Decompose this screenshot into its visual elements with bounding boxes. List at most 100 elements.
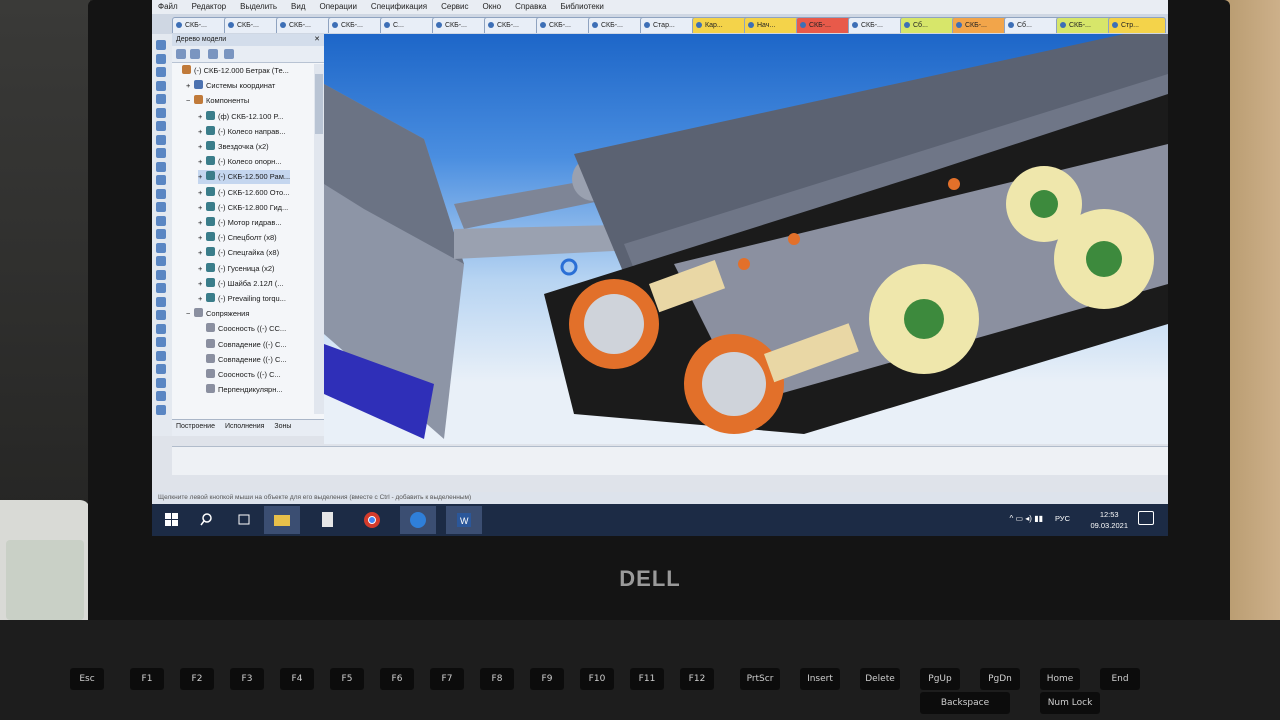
keyboard-key[interactable]: PgUp	[920, 668, 960, 690]
keyboard-key[interactable]: Delete	[860, 668, 900, 690]
explorer-button[interactable]	[264, 506, 300, 534]
expand-toggle[interactable]: +	[198, 186, 206, 200]
tree-item[interactable]: + (-) Спецболт (x8)	[198, 231, 277, 245]
tool-icon[interactable]	[156, 148, 166, 158]
tool-icon[interactable]	[156, 377, 166, 388]
keyboard-key[interactable]: F11	[630, 668, 664, 690]
keyboard-key[interactable]: F10	[580, 668, 614, 690]
doc-tab[interactable]: С...	[380, 17, 438, 33]
filter-icon[interactable]	[176, 49, 186, 59]
keyboard-key[interactable]: F2	[180, 668, 214, 690]
expand-toggle[interactable]: +	[198, 246, 206, 260]
tool-icon[interactable]	[156, 310, 166, 320]
tool-icon[interactable]	[156, 229, 166, 239]
list-icon[interactable]	[190, 49, 200, 59]
tool-icon[interactable]	[156, 80, 166, 91]
tool-icon[interactable]	[156, 134, 166, 145]
tool-icon[interactable]	[156, 161, 166, 172]
tool-icon[interactable]	[156, 242, 166, 253]
keyboard-key[interactable]: F5	[330, 668, 364, 690]
tree-item[interactable]: Соосность ((-) СС...	[198, 322, 286, 336]
doc-tab[interactable]: СКБ-...	[172, 17, 230, 33]
tool-icon[interactable]	[156, 404, 166, 415]
expand-toggle[interactable]: −	[186, 307, 194, 321]
doc-tab[interactable]: Сб...	[1004, 17, 1062, 33]
kompas-button[interactable]	[400, 506, 436, 534]
tool-icon[interactable]	[156, 107, 166, 118]
tree-item[interactable]: + Системы координат	[186, 79, 275, 93]
tool-icon[interactable]	[156, 175, 166, 185]
doc-tab[interactable]: СКБ-...	[328, 17, 386, 33]
expand-toggle[interactable]: +	[198, 155, 206, 169]
expand-toggle[interactable]: +	[198, 292, 206, 306]
doc-tab[interactable]: СКБ-...	[952, 17, 1010, 33]
tool-icon[interactable]	[156, 67, 166, 77]
doc-tab[interactable]: Нач...	[744, 17, 802, 33]
tree-item[interactable]: + (-) Prevailing torqu...	[198, 292, 286, 306]
doc-tab[interactable]: СКБ-...	[224, 17, 282, 33]
language-indicator[interactable]: РУС	[1055, 514, 1070, 523]
keyboard-key[interactable]: F12	[680, 668, 714, 690]
tree-item[interactable]: + (-) Мотор гидрав...	[198, 216, 282, 230]
doc-tab[interactable]: СКБ-...	[484, 17, 542, 33]
menu-item-4[interactable]: Операции	[320, 2, 357, 11]
menu-item-0[interactable]: Файл	[158, 2, 178, 11]
tree-item[interactable]: + (-) Спецгайка (x8)	[198, 246, 279, 260]
tree-item[interactable]: + (-) СКБ-12.500 Рам...	[198, 170, 291, 185]
tool-icon[interactable]	[156, 256, 166, 266]
tab-variants[interactable]: Исполнения	[225, 423, 264, 430]
tree-item[interactable]: + (-) Шайба 2.12Л (...	[198, 277, 284, 291]
tree-item[interactable]: + (ф) СКБ-12.100 Р...	[198, 110, 283, 124]
tree-item[interactable]: Соосность ((-) С...	[198, 368, 281, 382]
keyboard-key[interactable]: F7	[430, 668, 464, 690]
task-view-button[interactable]	[226, 506, 262, 534]
keyboard-key[interactable]: F1	[130, 668, 164, 690]
tree-item[interactable]: − Сопряжения	[186, 307, 249, 321]
tree-item[interactable]: + (-) СКБ-12.600 Ото...	[198, 186, 289, 200]
doc-tab[interactable]: Кар...	[692, 17, 750, 33]
menu-item-3[interactable]: Вид	[291, 2, 305, 11]
tab-zones[interactable]: Зоны	[274, 423, 291, 430]
doc-tab[interactable]: СКБ-...	[588, 17, 646, 33]
expand-toggle[interactable]: +	[198, 231, 206, 245]
expand-toggle[interactable]: +	[198, 262, 206, 276]
system-tray[interactable]: ^ ▭ ◂) ▮▮	[1010, 514, 1043, 523]
keyboard-key[interactable]: Insert	[800, 668, 840, 690]
expand-toggle[interactable]: +	[198, 277, 206, 291]
expand-toggle[interactable]: +	[198, 125, 206, 139]
expand-toggle[interactable]: +	[186, 79, 194, 93]
keyboard-key[interactable]: Esc	[70, 668, 104, 690]
tree-scrollbar[interactable]	[314, 64, 324, 414]
expand-toggle[interactable]: +	[198, 140, 206, 154]
expand-toggle[interactable]: −	[186, 94, 194, 108]
expand-toggle[interactable]: +	[198, 216, 206, 230]
doc-tab[interactable]: СКБ-...	[276, 17, 334, 33]
keyboard-key[interactable]: F6	[380, 668, 414, 690]
tree-scrollbar-thumb[interactable]	[315, 74, 323, 134]
keyboard-key[interactable]: F9	[530, 668, 564, 690]
menu-item-9[interactable]: Библиотеки	[560, 2, 603, 11]
search-button[interactable]	[190, 506, 226, 534]
tool-icon[interactable]	[156, 283, 166, 293]
tree-item[interactable]: + (-) Колесо опорн...	[198, 155, 282, 169]
view-icon[interactable]	[208, 49, 218, 59]
tree-item[interactable]: Совпадение ((-) С...	[198, 353, 287, 367]
menu-item-8[interactable]: Справка	[515, 2, 546, 11]
tool-icon[interactable]	[156, 94, 166, 104]
tool-icon[interactable]	[156, 350, 166, 361]
menu-item-6[interactable]: Сервис	[441, 2, 468, 11]
doc-tab[interactable]: Сб...	[900, 17, 958, 33]
tool-icon[interactable]	[156, 121, 166, 131]
tool-icon[interactable]	[156, 323, 166, 334]
keyboard-key[interactable]: PrtScr	[740, 668, 780, 690]
keyboard-key[interactable]: PgDn	[980, 668, 1020, 690]
tree-item[interactable]: (-) СКБ-12.000 Бетрак (Те...	[174, 64, 289, 78]
menu-item-1[interactable]: Редактор	[192, 2, 226, 11]
expand-toggle[interactable]: +	[198, 110, 206, 124]
keyboard-key[interactable]: Num Lock	[1040, 692, 1100, 714]
notepad-button[interactable]	[310, 506, 346, 534]
tree-item[interactable]: + Звездочка (x2)	[198, 140, 269, 154]
tool-icon[interactable]	[156, 202, 166, 212]
doc-tab[interactable]: СКБ-...	[432, 17, 490, 33]
tree-item[interactable]: Перпендикулярн...	[198, 383, 283, 397]
